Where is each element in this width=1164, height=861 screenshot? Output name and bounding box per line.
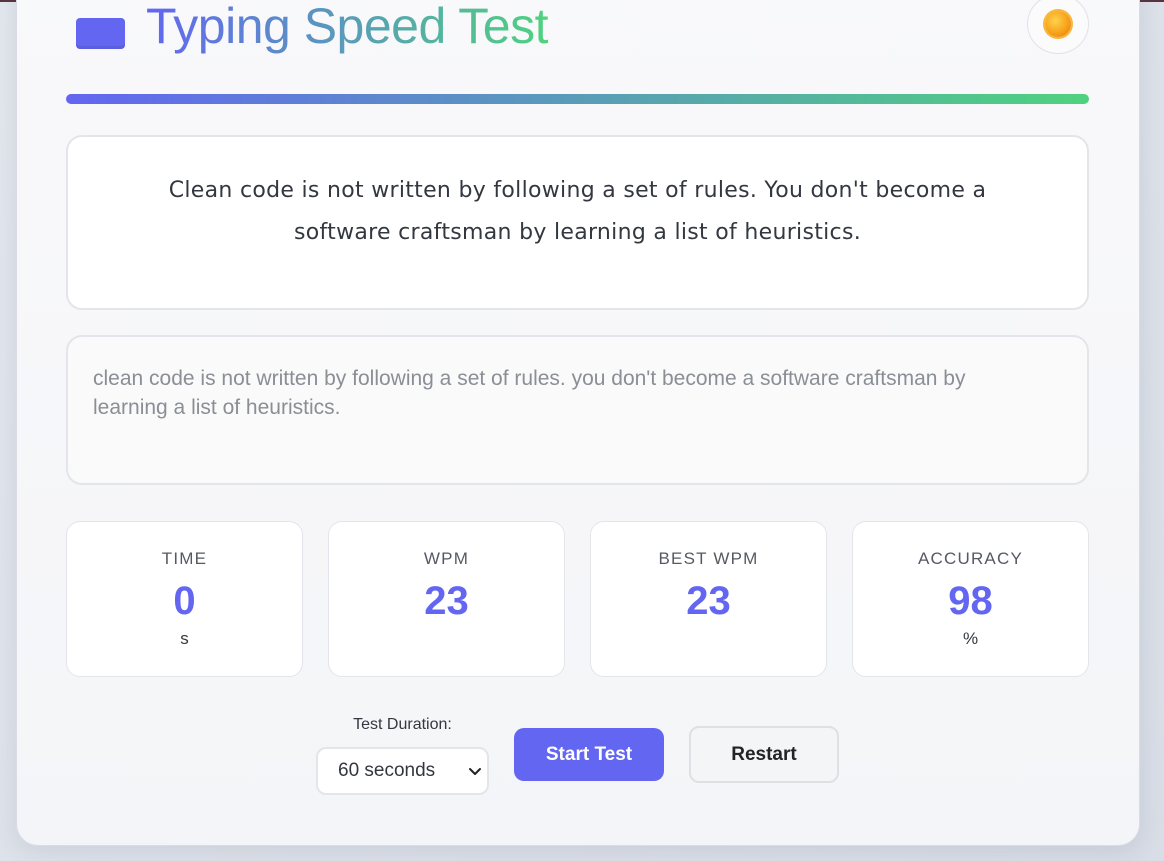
- stat-card-accuracy: ACCURACY 98 %: [852, 521, 1089, 677]
- stat-label: WPM: [423, 549, 470, 568]
- duration-label: Test Duration:: [353, 716, 452, 733]
- stat-card-time: TIME 0 s: [66, 521, 303, 677]
- stat-label: BEST WPM: [658, 549, 759, 568]
- stat-card-wpm: WPM 23: [328, 521, 565, 677]
- stat-card-best-wpm: BEST WPM 23: [590, 521, 827, 677]
- start-test-button[interactable]: Start Test: [514, 728, 664, 781]
- duration-selected-value: 60 seconds: [338, 760, 436, 781]
- stat-value: 23: [424, 579, 469, 623]
- stat-unit: %: [962, 629, 979, 648]
- keyboard-icon: [76, 18, 125, 49]
- typing-input-value: clean code is not written by following a…: [93, 367, 966, 419]
- page-title: Typing Speed Test: [146, 0, 548, 58]
- theme-toggle-button[interactable]: [1027, 0, 1089, 54]
- duration-select[interactable]: 60 seconds: [316, 747, 489, 795]
- stat-value: 0: [173, 579, 196, 623]
- stat-label: TIME: [161, 549, 208, 568]
- app-header: Typing Speed Test: [66, 0, 1089, 60]
- stat-value: 98: [948, 579, 993, 623]
- stat-label: ACCURACY: [917, 549, 1023, 568]
- restart-button[interactable]: Restart: [689, 726, 839, 783]
- quote-display: Clean code is not written by following a…: [66, 135, 1089, 310]
- stat-unit: s: [180, 629, 189, 648]
- quote-text: Clean code is not written by following a…: [168, 178, 987, 245]
- chevron-down-icon: [469, 768, 481, 775]
- sun-icon: [1045, 11, 1071, 37]
- progress-bar: [66, 94, 1089, 104]
- typing-input[interactable]: clean code is not written by following a…: [66, 335, 1089, 485]
- stat-value: 23: [686, 579, 731, 623]
